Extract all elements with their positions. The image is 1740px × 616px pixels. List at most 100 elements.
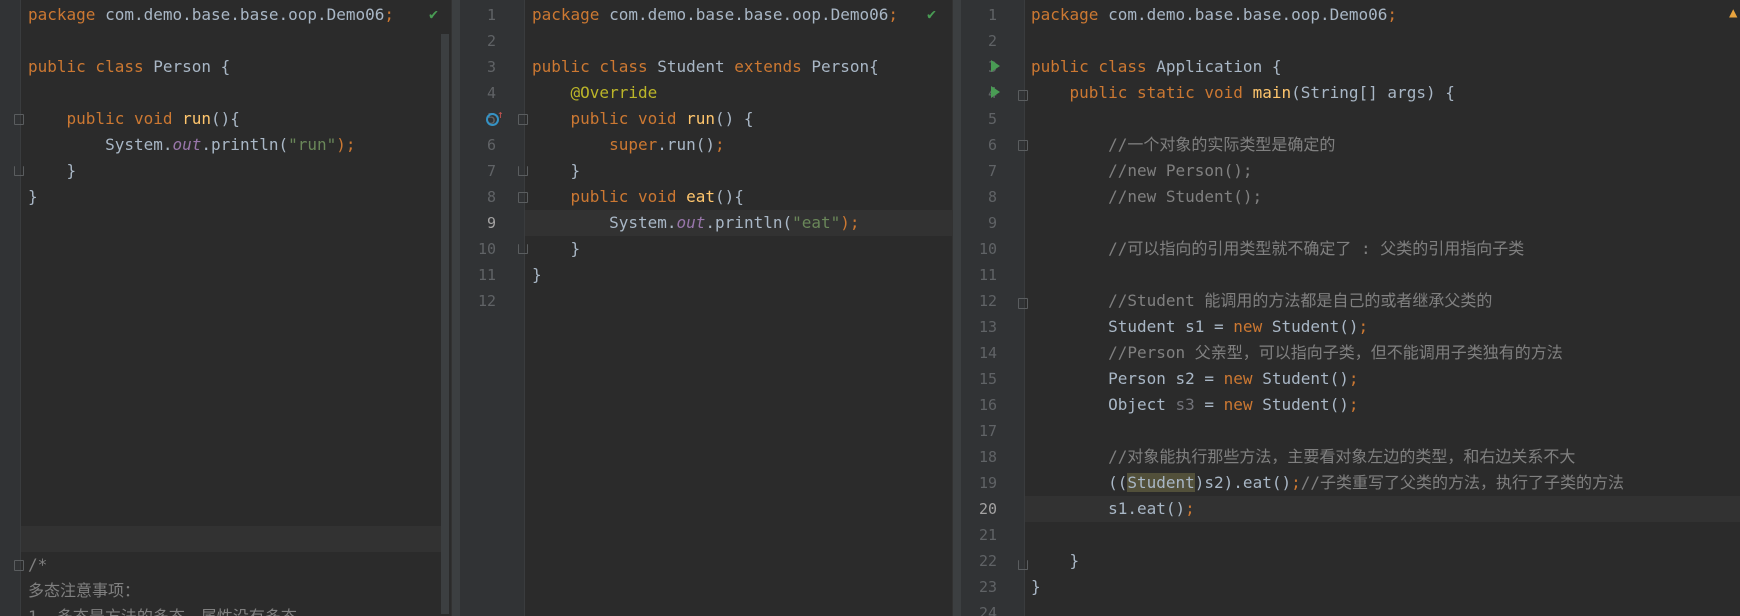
fold-marker-icon[interactable] (1018, 560, 1028, 570)
line-number: 9 (486, 214, 496, 232)
gutter (0, 0, 20, 616)
line-number: 22 (978, 552, 997, 570)
code-line[interactable]: //对象能执行那些方法，主要看对象左边的类型，和右边关系不大 (1031, 444, 1575, 470)
fold-marker-icon[interactable] (1018, 90, 1028, 101)
code-line[interactable]: } (532, 158, 581, 184)
code-line[interactable]: //Student 能调用的方法都是自己的或者继承父类的 (1031, 288, 1492, 314)
code-line[interactable]: } (28, 184, 38, 210)
code-line[interactable]: package com.demo.base.base.oop.Demo06; (532, 2, 898, 28)
code-line[interactable]: } (28, 158, 77, 184)
fold-marker-icon[interactable] (14, 166, 24, 176)
code-line[interactable]: s1.eat(); (1031, 496, 1195, 522)
code-token: super (532, 135, 658, 154)
code-token: = (1194, 395, 1224, 414)
code-token: ; (384, 5, 395, 24)
inspection-ok-icon[interactable]: ✔ (927, 5, 936, 23)
code-line[interactable]: @Override (532, 80, 658, 106)
code-token: 1. 多态是方法的多态，属性没有多态 (28, 607, 297, 616)
code-line[interactable]: //new Student(); (1031, 184, 1262, 210)
code-line[interactable]: Student s1 = new Student(); (1031, 314, 1368, 340)
line-number: 7 (486, 162, 496, 180)
code-token: ; (1185, 499, 1195, 518)
code-token: Student (1127, 473, 1195, 492)
editor-pane-person[interactable]: package com.demo.base.base.oop.Demo06; pu… (0, 0, 450, 616)
warning-icon[interactable]: ▲ (1729, 5, 1737, 21)
code-line[interactable]: public void run() { (532, 106, 754, 132)
code-token: Student (657, 57, 735, 76)
inspection-ok-icon[interactable]: ✔ (429, 5, 438, 23)
code-token: Student() (1262, 369, 1349, 388)
code-line[interactable]: Person s2 = new Student(); (1031, 366, 1358, 392)
fold-marker-icon[interactable] (518, 166, 528, 176)
code-token: ; (715, 135, 725, 154)
code-line[interactable]: System.out.println("eat"); (532, 210, 859, 236)
code-token: package (532, 5, 600, 24)
code-line[interactable]: package com.demo.base.base.oop.Demo06; (28, 2, 394, 28)
code-token: System. (532, 213, 677, 232)
editor-pane-application[interactable]: 1 2 3 4 5 6 7 8 9 10 11 12 13 14 15 16 17 18 19 20 21 22 23 24 … (961, 0, 1740, 616)
fold-marker-icon[interactable] (518, 192, 528, 203)
fold-marker-icon[interactable] (14, 114, 24, 125)
code-line[interactable]: System.out.println("run"); (28, 132, 355, 158)
code-line[interactable]: } (1031, 574, 1041, 600)
code-line[interactable]: public class Application { (1031, 54, 1281, 80)
line-number: 14 (978, 344, 997, 362)
code-line[interactable]: //Person 父亲型，可以指向子类，但不能调用子类独有的方法 (1031, 340, 1563, 366)
code-token: package (1031, 5, 1099, 24)
code-line[interactable]: 1. 多态是方法的多态，属性没有多态 (28, 604, 297, 616)
code-line[interactable]: 多态注意事项： (28, 578, 140, 604)
code-line[interactable]: public class Person { (28, 54, 230, 80)
code-line[interactable]: /* (28, 552, 47, 578)
code-token: public class (532, 57, 658, 76)
code-token: Object (1031, 395, 1176, 414)
editor-pane-student[interactable]: 1 2 3 4 5 6 7 8 9 10 11 12 package com.demo.base.ba… (460, 0, 952, 616)
override-arrow-icon: ↑ (497, 108, 504, 121)
code-line[interactable]: public class Student extends Person{ (532, 54, 879, 80)
code-token: } (532, 161, 581, 180)
code-token: (String[] args) { (1291, 83, 1455, 102)
code-token: Student() (1271, 317, 1359, 336)
code-token: @Override (532, 83, 658, 102)
code-token: ; (888, 5, 899, 24)
code-token: public void (28, 109, 183, 128)
code-token: public void (532, 109, 687, 128)
code-token: /* (28, 555, 48, 574)
code-line[interactable]: ((Student)s2).eat();//子类重写了父类的方法，执行了子类的方… (1031, 470, 1624, 496)
code-line[interactable]: public static void main(String[] args) { (1031, 80, 1455, 106)
code-token: extends (734, 57, 812, 76)
fold-marker-icon[interactable] (1018, 140, 1028, 151)
code-token: eat (686, 187, 716, 206)
line-number: 11 (978, 266, 997, 284)
line-number: 8 (987, 188, 997, 206)
code-line[interactable]: public void run(){ (28, 106, 240, 132)
line-number: 6 (486, 136, 496, 154)
code-line[interactable]: } (532, 262, 542, 288)
code-token: package (28, 5, 96, 24)
code-line[interactable]: Object s3 = new Student(); (1031, 392, 1358, 418)
run-main-icon[interactable] (991, 86, 1000, 98)
code-line[interactable]: //可以指向的引用类型就不确定了 : 父类的引用指向子类 (1031, 236, 1524, 262)
line-number: 19 (978, 474, 997, 492)
line-number: 16 (978, 396, 997, 414)
fold-marker-icon[interactable] (518, 114, 528, 125)
run-class-icon[interactable] (991, 60, 1000, 72)
code-line[interactable]: } (1031, 548, 1080, 574)
code-token: new (1223, 395, 1263, 414)
code-token: main (1252, 83, 1292, 102)
scrollbar[interactable] (441, 34, 449, 614)
code-token: )s2).eat() (1194, 473, 1292, 492)
code-line[interactable]: public void eat(){ (532, 184, 744, 210)
code-line[interactable]: super.run(); (532, 132, 725, 158)
code-token: "run" (288, 135, 337, 154)
code-token: //子类重写了父类的方法，执行了子类的方法 (1300, 473, 1625, 492)
code-line[interactable]: //一个对象的实际类型是确定的 (1031, 132, 1335, 158)
code-line[interactable]: package com.demo.base.base.oop.Demo06; (1031, 2, 1397, 28)
code-line[interactable]: } (532, 236, 581, 262)
fold-marker-icon[interactable] (14, 560, 24, 571)
fold-marker-icon[interactable] (1018, 298, 1028, 309)
line-number: 9 (987, 214, 997, 232)
code-line[interactable]: //new Person(); (1031, 158, 1253, 184)
code-token: Student() (1262, 395, 1349, 414)
line-number: 3 (486, 58, 496, 76)
fold-marker-icon[interactable] (518, 244, 528, 254)
